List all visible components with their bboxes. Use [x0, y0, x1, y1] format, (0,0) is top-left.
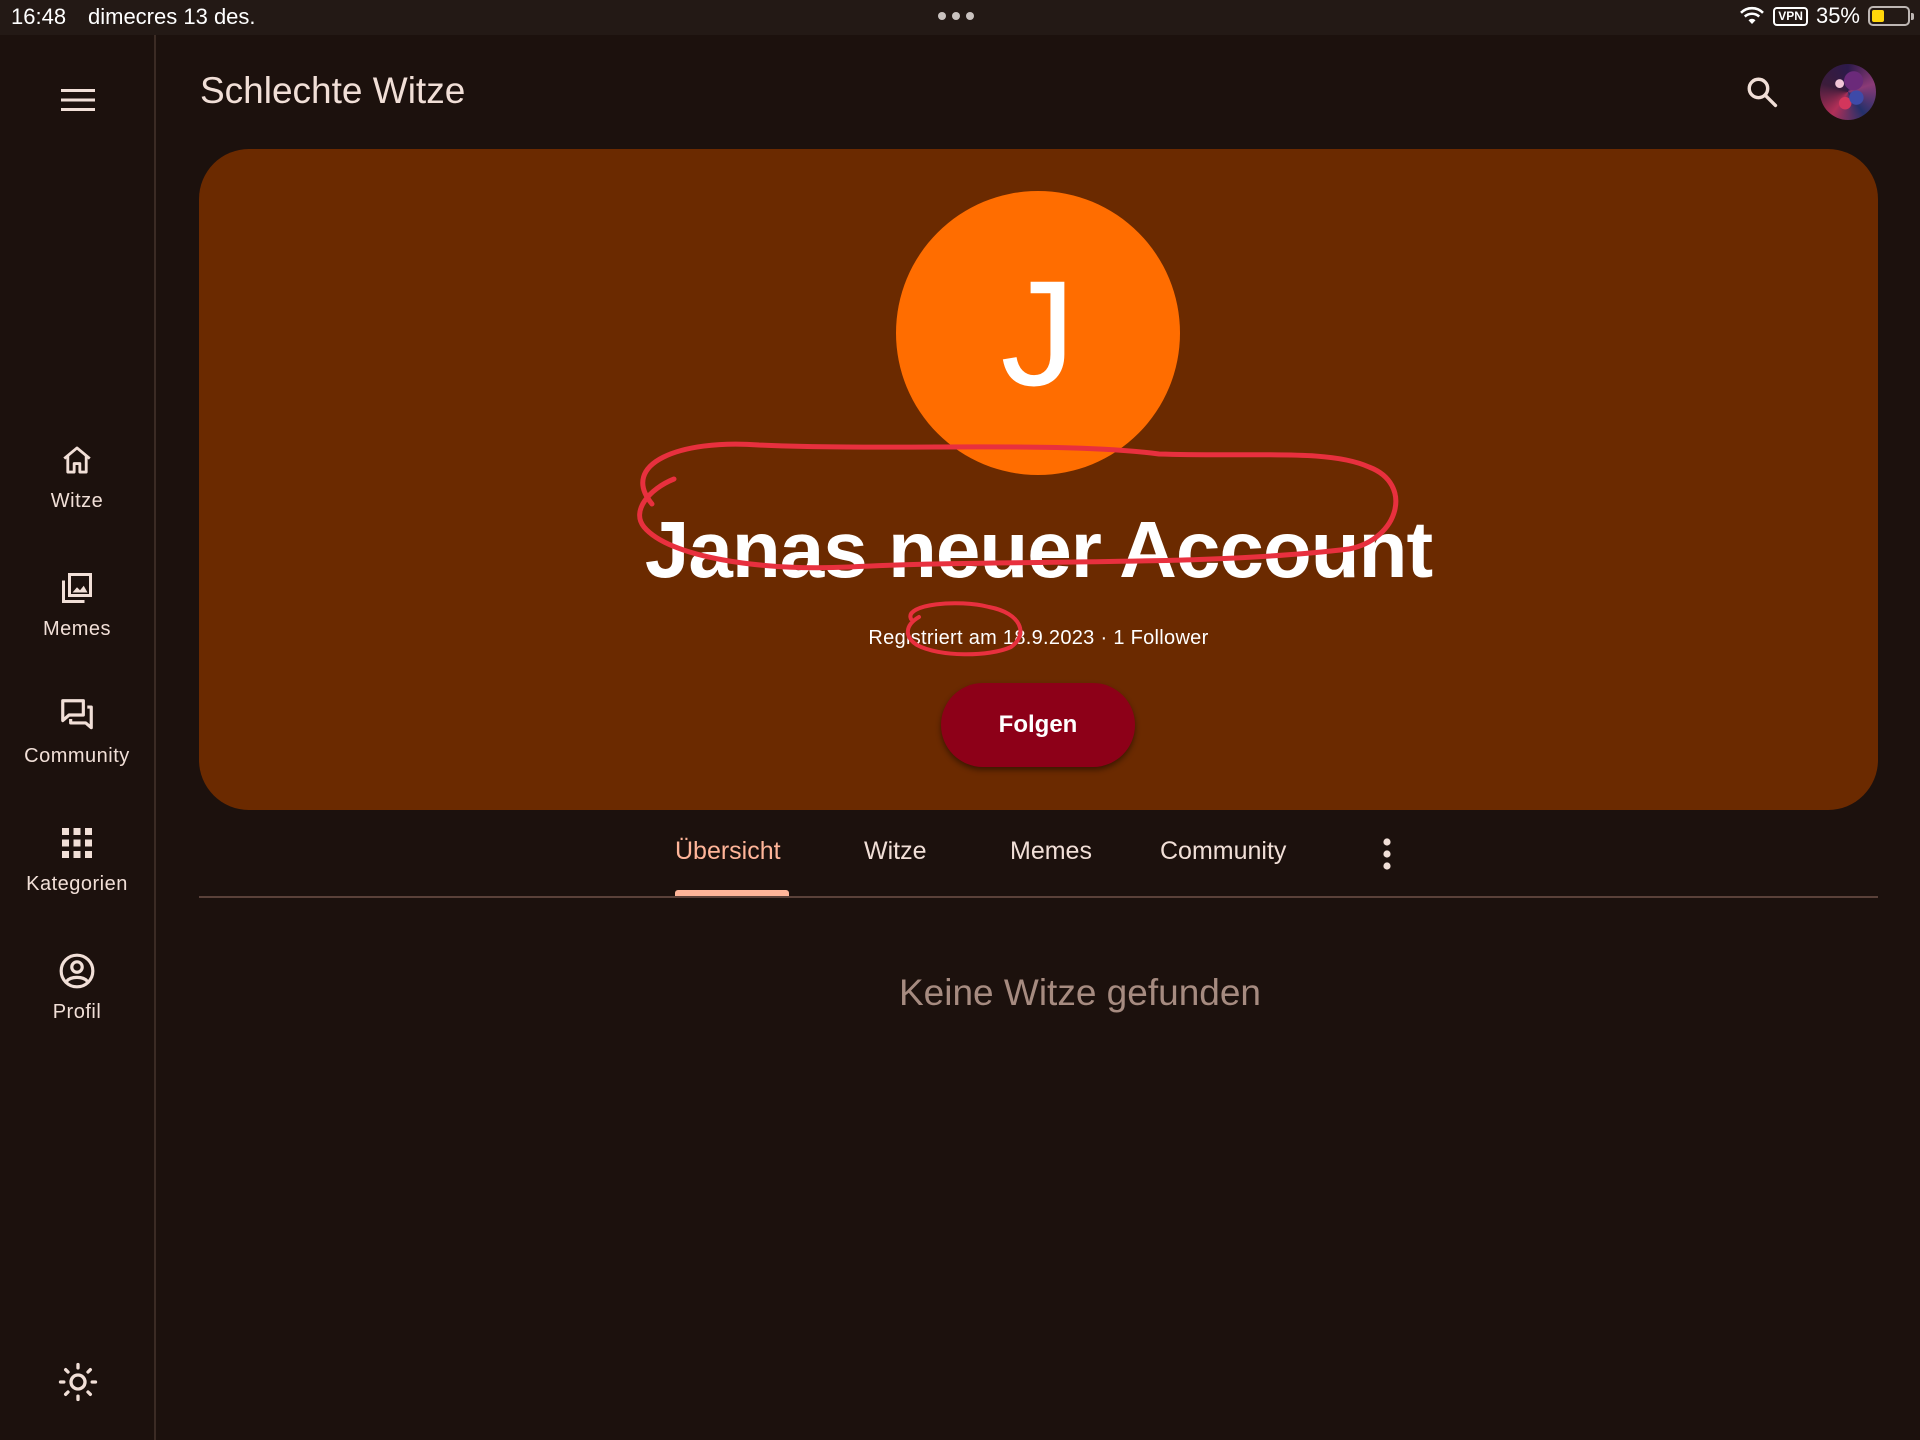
- status-indicators: VPN 35%: [1739, 3, 1914, 29]
- menu-icon: [61, 89, 95, 111]
- profile-tabs: Übersicht Witze Memes Community: [199, 810, 1878, 898]
- user-avatar[interactable]: [1820, 64, 1876, 120]
- status-time: 16:48: [11, 4, 67, 29]
- multitasking-dots-icon[interactable]: [938, 12, 974, 20]
- photo-library-icon: [57, 568, 97, 608]
- nav-item-label: Memes: [42, 618, 112, 640]
- profile-header: J Janas neuer Account Registriert am 18.…: [199, 149, 1878, 810]
- nav-item-label: Witze: [50, 490, 104, 512]
- active-tab-indicator: [675, 890, 789, 896]
- follower-count[interactable]: 1 Follower: [1113, 627, 1208, 649]
- status-date: dimecres 13 des.: [88, 4, 256, 29]
- profile-meta: Registriert am 18.9.2023 · 1 Follower: [199, 627, 1878, 650]
- app-title: Schlechte Witze: [200, 70, 466, 111]
- tab-community[interactable]: Community: [1160, 837, 1286, 866]
- more-tabs-button[interactable]: [1369, 836, 1405, 872]
- follow-button[interactable]: Folgen: [941, 683, 1135, 767]
- nav-item-community[interactable]: Community: [0, 695, 154, 768]
- more-vert-icon: [1383, 838, 1391, 870]
- profile-avatar: J: [896, 191, 1180, 475]
- menu-button[interactable]: [58, 80, 98, 120]
- tab-witze[interactable]: Witze: [864, 837, 927, 866]
- status-bar: 16:48 dimecres 13 des. VPN 35%: [0, 0, 1920, 35]
- battery-percent: 35%: [1815, 3, 1860, 28]
- nav-item-kategorien[interactable]: Kategorien: [0, 823, 154, 896]
- nav-item-label: Profil: [52, 1001, 102, 1023]
- search-button[interactable]: [1740, 70, 1784, 114]
- meta-separator: ·: [1094, 627, 1114, 649]
- nav-item-memes[interactable]: Memes: [0, 568, 154, 641]
- battery-icon: [1868, 6, 1914, 26]
- home-icon: [57, 440, 97, 480]
- navigation-rail: Witze Memes Community Kategorien Profil: [0, 35, 156, 1440]
- wifi-icon: [1740, 6, 1765, 24]
- registration-date: Registriert am 18.9.2023: [868, 627, 1095, 649]
- nav-item-label: Community: [24, 745, 130, 767]
- nav-item-label: Kategorien: [26, 873, 128, 895]
- nav-item-witze[interactable]: Witze: [0, 440, 154, 513]
- tab-ubersicht[interactable]: Übersicht: [675, 837, 781, 866]
- forum-icon: [57, 695, 97, 735]
- theme-toggle-button[interactable]: [56, 1360, 100, 1404]
- account-circle-icon: [57, 951, 97, 991]
- profile-name: Janas neuer Account: [644, 505, 1433, 594]
- vpn-badge: VPN: [1773, 6, 1808, 26]
- brightness-icon: [58, 1362, 98, 1402]
- tab-memes[interactable]: Memes: [1010, 837, 1092, 866]
- search-icon: [1747, 77, 1778, 108]
- apps-grid-icon: [57, 823, 97, 863]
- empty-state-message: Keine Witze gefunden: [898, 972, 1261, 1013]
- nav-item-profil[interactable]: Profil: [0, 951, 154, 1024]
